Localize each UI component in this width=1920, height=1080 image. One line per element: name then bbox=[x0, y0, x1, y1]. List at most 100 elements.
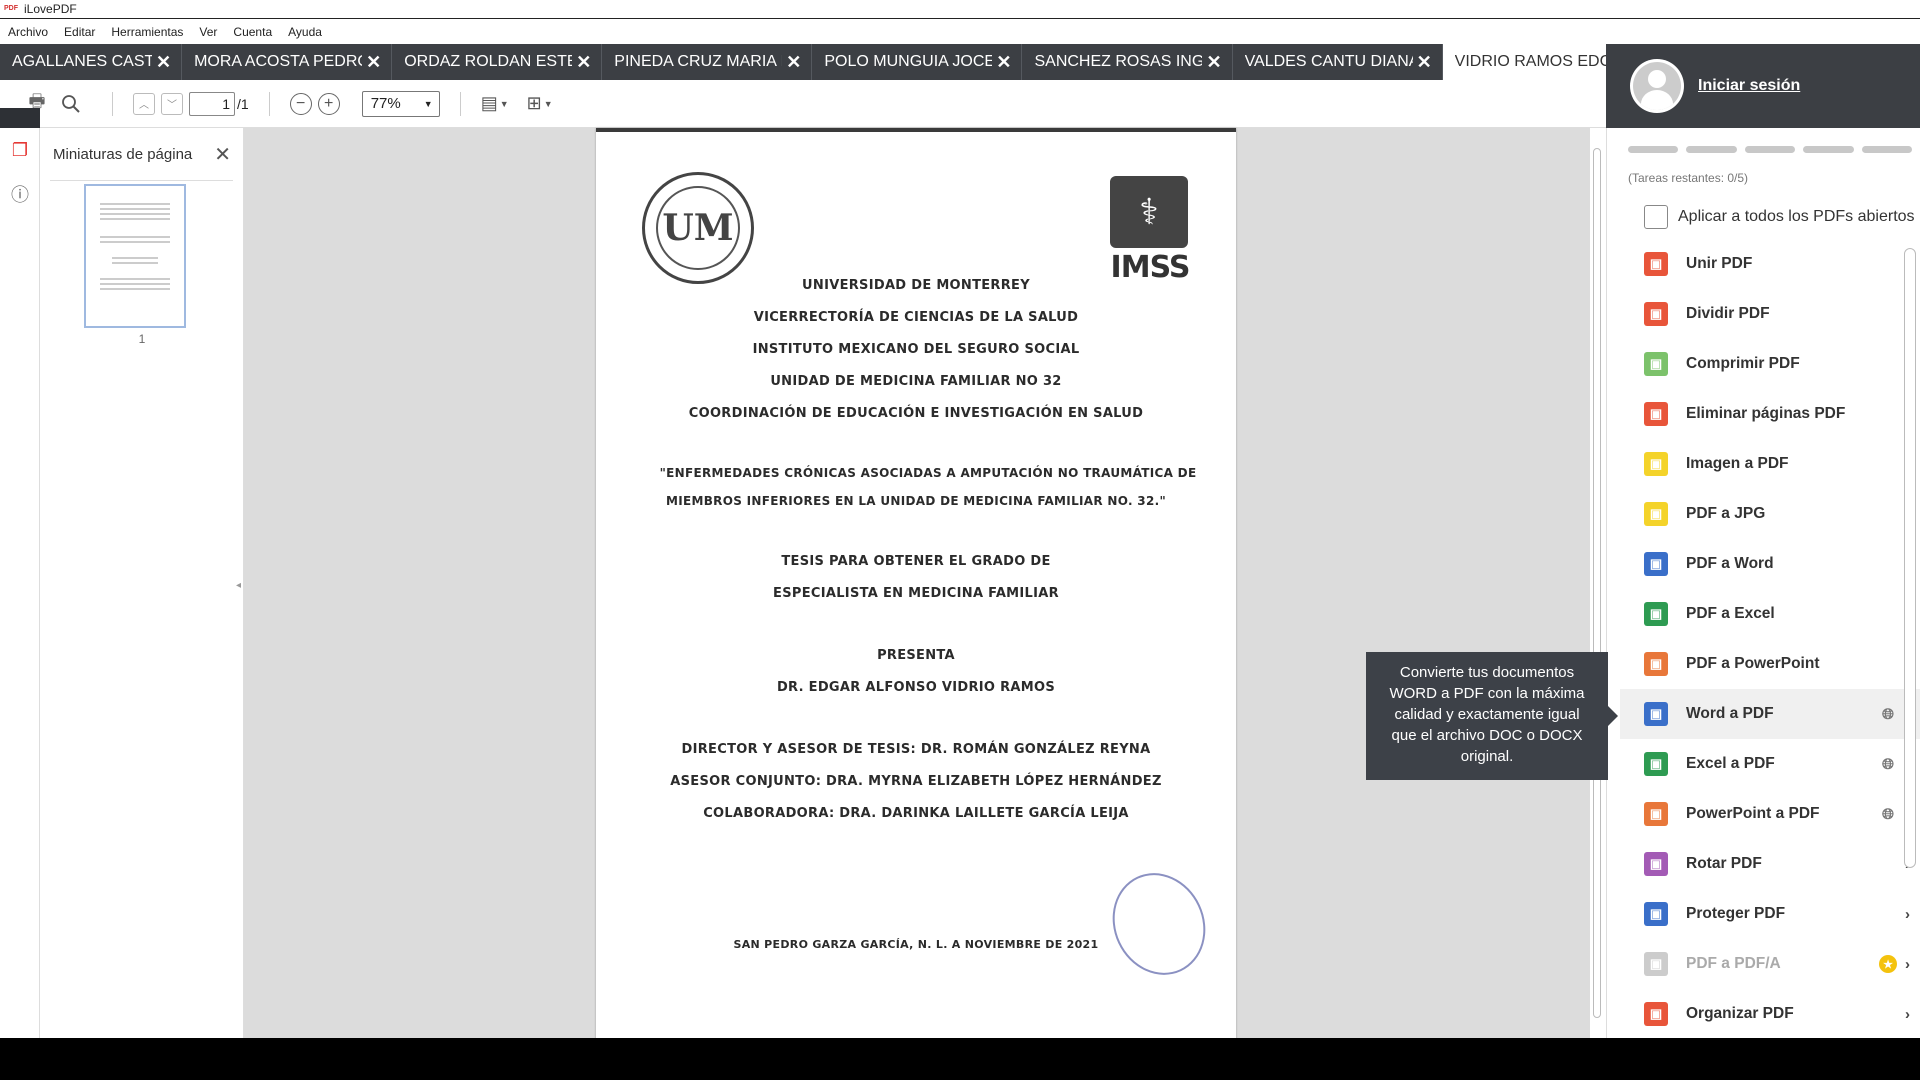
tool-label: PowerPoint a PDF bbox=[1686, 805, 1820, 822]
close-icon[interactable]: ✕ bbox=[156, 52, 171, 73]
info-icon[interactable]: ⓘ bbox=[0, 172, 40, 216]
tool-item[interactable]: ▣ PDF a PDF/A ★ › bbox=[1620, 939, 1920, 989]
tool-label: Imagen a PDF bbox=[1686, 455, 1789, 472]
chevron-down-icon: ▼ bbox=[423, 98, 433, 109]
search-icon[interactable] bbox=[58, 91, 84, 117]
avatar[interactable] bbox=[1630, 59, 1684, 113]
page-layout-button[interactable]: ▤ ▼ bbox=[481, 93, 509, 114]
pdfa-icon: ▣ bbox=[1644, 952, 1668, 976]
tab-document[interactable]: MORA ACOSTA PEDRO ✕ bbox=[182, 44, 393, 80]
page-number-input[interactable]: 1 bbox=[189, 91, 235, 116]
thumbnails-icon[interactable]: ❐ bbox=[0, 128, 40, 172]
close-icon[interactable]: ✕ bbox=[786, 52, 801, 73]
previous-page-button[interactable]: ︿ bbox=[133, 92, 155, 115]
apply-all-checkbox-row[interactable]: Aplicar a todos los PDFs abiertos bbox=[1644, 205, 1920, 229]
close-icon[interactable]: ✕ bbox=[214, 142, 231, 167]
tab-document[interactable]: ORDAZ ROLDAN ESTEF ✕ bbox=[392, 44, 603, 80]
tab-document[interactable]: POLO MUNGUIA JOCE ✕ bbox=[812, 44, 1023, 80]
excel-icon: ▣ bbox=[1644, 602, 1668, 626]
menu-ayuda[interactable]: Ayuda bbox=[288, 25, 322, 39]
tab-label: VALDES CANTU DIANA bbox=[1244, 53, 1413, 70]
title-bar: PDF iLovePDF bbox=[0, 0, 1920, 18]
doc-line: VICERRECTORÍA DE CIENCIAS DE LA SALUD bbox=[753, 310, 1079, 325]
tool-label: Eliminar páginas PDF bbox=[1686, 405, 1846, 422]
tool-item[interactable]: ▣Imagen a PDF› bbox=[1620, 439, 1920, 489]
user-icon bbox=[1633, 62, 1681, 110]
tools-scrollbar[interactable] bbox=[1904, 248, 1916, 868]
apply-all-checkbox[interactable] bbox=[1644, 205, 1668, 229]
tab-document[interactable]: AGALLANES CASTRU✕ bbox=[0, 44, 183, 80]
zoom-select[interactable]: 77% ▼ bbox=[361, 90, 440, 117]
account-header: Iniciar sesión bbox=[1620, 44, 1920, 128]
compress-icon: ▣ bbox=[1644, 352, 1668, 376]
menu-editar[interactable]: Editar bbox=[64, 25, 95, 39]
word-icon: ▣ bbox=[1644, 552, 1668, 576]
tab-document-active[interactable]: VIDRIO RAMOS EDGAF✕ bbox=[1442, 44, 1606, 80]
tool-item[interactable]: ▣ Organizar PDF › bbox=[1620, 989, 1920, 1039]
collapse-panel-icon[interactable]: ◂ bbox=[236, 580, 241, 591]
tool-item[interactable]: ▣Eliminar páginas PDF› bbox=[1620, 389, 1920, 439]
excel-to-pdf-icon: ▣ bbox=[1644, 752, 1668, 776]
page-thumbnail[interactable] bbox=[84, 184, 186, 328]
chevron-down-icon: ▼ bbox=[543, 98, 553, 109]
apply-all-label: Aplicar a todos los PDFs abiertos bbox=[1678, 208, 1915, 225]
menu-archivo[interactable]: Archivo bbox=[8, 25, 48, 39]
doc-line: COORDINACIÓN DE EDUCACIÓN E INVESTIGACIÓ… bbox=[688, 406, 1144, 421]
panel-divider bbox=[1606, 128, 1620, 1038]
tool-label: Unir PDF bbox=[1686, 255, 1753, 272]
zoom-value: 77% bbox=[370, 95, 401, 112]
close-icon[interactable]: ✕ bbox=[1417, 52, 1432, 73]
tool-item[interactable]: ▣PDF a JPG› bbox=[1620, 489, 1920, 539]
doc-director: DIRECTOR Y ASESOR DE TESIS: DR. ROMÁN GO… bbox=[681, 742, 1151, 757]
word-to-pdf-icon: ▣ bbox=[1644, 702, 1668, 726]
chevron-right-icon: › bbox=[1905, 1005, 1910, 1023]
close-icon[interactable]: ✕ bbox=[366, 52, 381, 73]
tool-item[interactable]: ▣Word a PDF🌐︎› bbox=[1620, 689, 1920, 739]
tool-label: Excel a PDF bbox=[1686, 755, 1775, 772]
tool-item[interactable]: ▣Dividir PDF› bbox=[1620, 289, 1920, 339]
zoom-out-button[interactable]: − bbox=[289, 92, 312, 115]
doc-line: UNIDAD DE MEDICINA FAMILIAR NO 32 bbox=[770, 374, 1062, 389]
menu-herramientas[interactable]: Herramientas bbox=[111, 25, 183, 39]
tab-document[interactable]: PINEDA CRUZ MARIA I ✕ bbox=[602, 44, 813, 80]
fit-page-button[interactable]: ⊞ ▼ bbox=[527, 93, 553, 114]
close-icon[interactable]: ✕ bbox=[1206, 52, 1221, 73]
next-page-button[interactable]: ﹀ bbox=[161, 92, 183, 115]
tab-label: POLO MUNGUIA JOCE bbox=[824, 53, 993, 70]
tool-item[interactable]: ▣PDF a Excel› bbox=[1620, 589, 1920, 639]
organize-icon: ▣ bbox=[1644, 1002, 1668, 1026]
doc-title: MIEMBROS INFERIORES EN LA UNIDAD DE MEDI… bbox=[665, 494, 1167, 508]
tool-label: PDF a PowerPoint bbox=[1686, 655, 1820, 672]
menu-cuenta[interactable]: Cuenta bbox=[233, 25, 272, 39]
split-icon: ▣ bbox=[1644, 302, 1668, 326]
globe-icon: 🌐︎ bbox=[1881, 705, 1894, 723]
tab-document[interactable]: VALDES CANTU DIANA ✕ bbox=[1233, 44, 1443, 80]
close-icon[interactable]: ✕ bbox=[996, 52, 1011, 73]
tab-label: AGALLANES CASTRU bbox=[12, 53, 152, 70]
tool-item[interactable]: ▣Unir PDF› bbox=[1620, 239, 1920, 289]
tool-item[interactable]: ▣PowerPoint a PDF🌐︎› bbox=[1620, 789, 1920, 839]
menu-ver[interactable]: Ver bbox=[199, 25, 217, 39]
tool-label: PDF a PDF/A bbox=[1686, 955, 1781, 972]
scrollbar-thumb[interactable] bbox=[1593, 148, 1601, 1018]
tool-item[interactable]: ▣Comprimir PDF› bbox=[1620, 339, 1920, 389]
thumbnails-title: Miniaturas de página bbox=[53, 145, 193, 163]
tool-item[interactable]: ▣Excel a PDF🌐︎› bbox=[1620, 739, 1920, 789]
close-icon[interactable]: ✕ bbox=[576, 52, 591, 73]
login-link[interactable]: Iniciar sesión bbox=[1698, 77, 1800, 95]
globe-icon: 🌐︎ bbox=[1881, 755, 1894, 773]
tool-item[interactable]: ▣PDF a Word› bbox=[1620, 539, 1920, 589]
tool-item[interactable]: ▣Rotar PDF› bbox=[1620, 839, 1920, 889]
tool-label: Organizar PDF bbox=[1686, 1005, 1794, 1022]
protect-icon: ▣ bbox=[1644, 902, 1668, 926]
tool-item[interactable]: ▣PDF a PowerPoint› bbox=[1620, 639, 1920, 689]
doc-line: UNIVERSIDAD DE MONTERREY bbox=[802, 278, 1030, 293]
tool-list: ▣ Unir PDF › ▣ Dividir PDF › ▣ Comprimir PDF › ▣ E… bbox=[1620, 239, 1920, 1039]
document-scrollbar[interactable] bbox=[1590, 128, 1606, 1040]
document-tabs: AGALLANES CASTRU✕ MORA ACOSTA PEDRO✕ ORD… bbox=[0, 44, 1606, 80]
tab-document[interactable]: SANCHEZ ROSAS INGF ✕ bbox=[1022, 44, 1233, 80]
zoom-in-button[interactable]: + bbox=[317, 92, 340, 115]
tool-item[interactable]: ▣ Proteger PDF › bbox=[1620, 889, 1920, 939]
doc-asesor: ASESOR CONJUNTO: DRA. MYRNA ELIZABETH LÓ… bbox=[670, 774, 1162, 789]
toolbar-divider bbox=[268, 91, 270, 116]
